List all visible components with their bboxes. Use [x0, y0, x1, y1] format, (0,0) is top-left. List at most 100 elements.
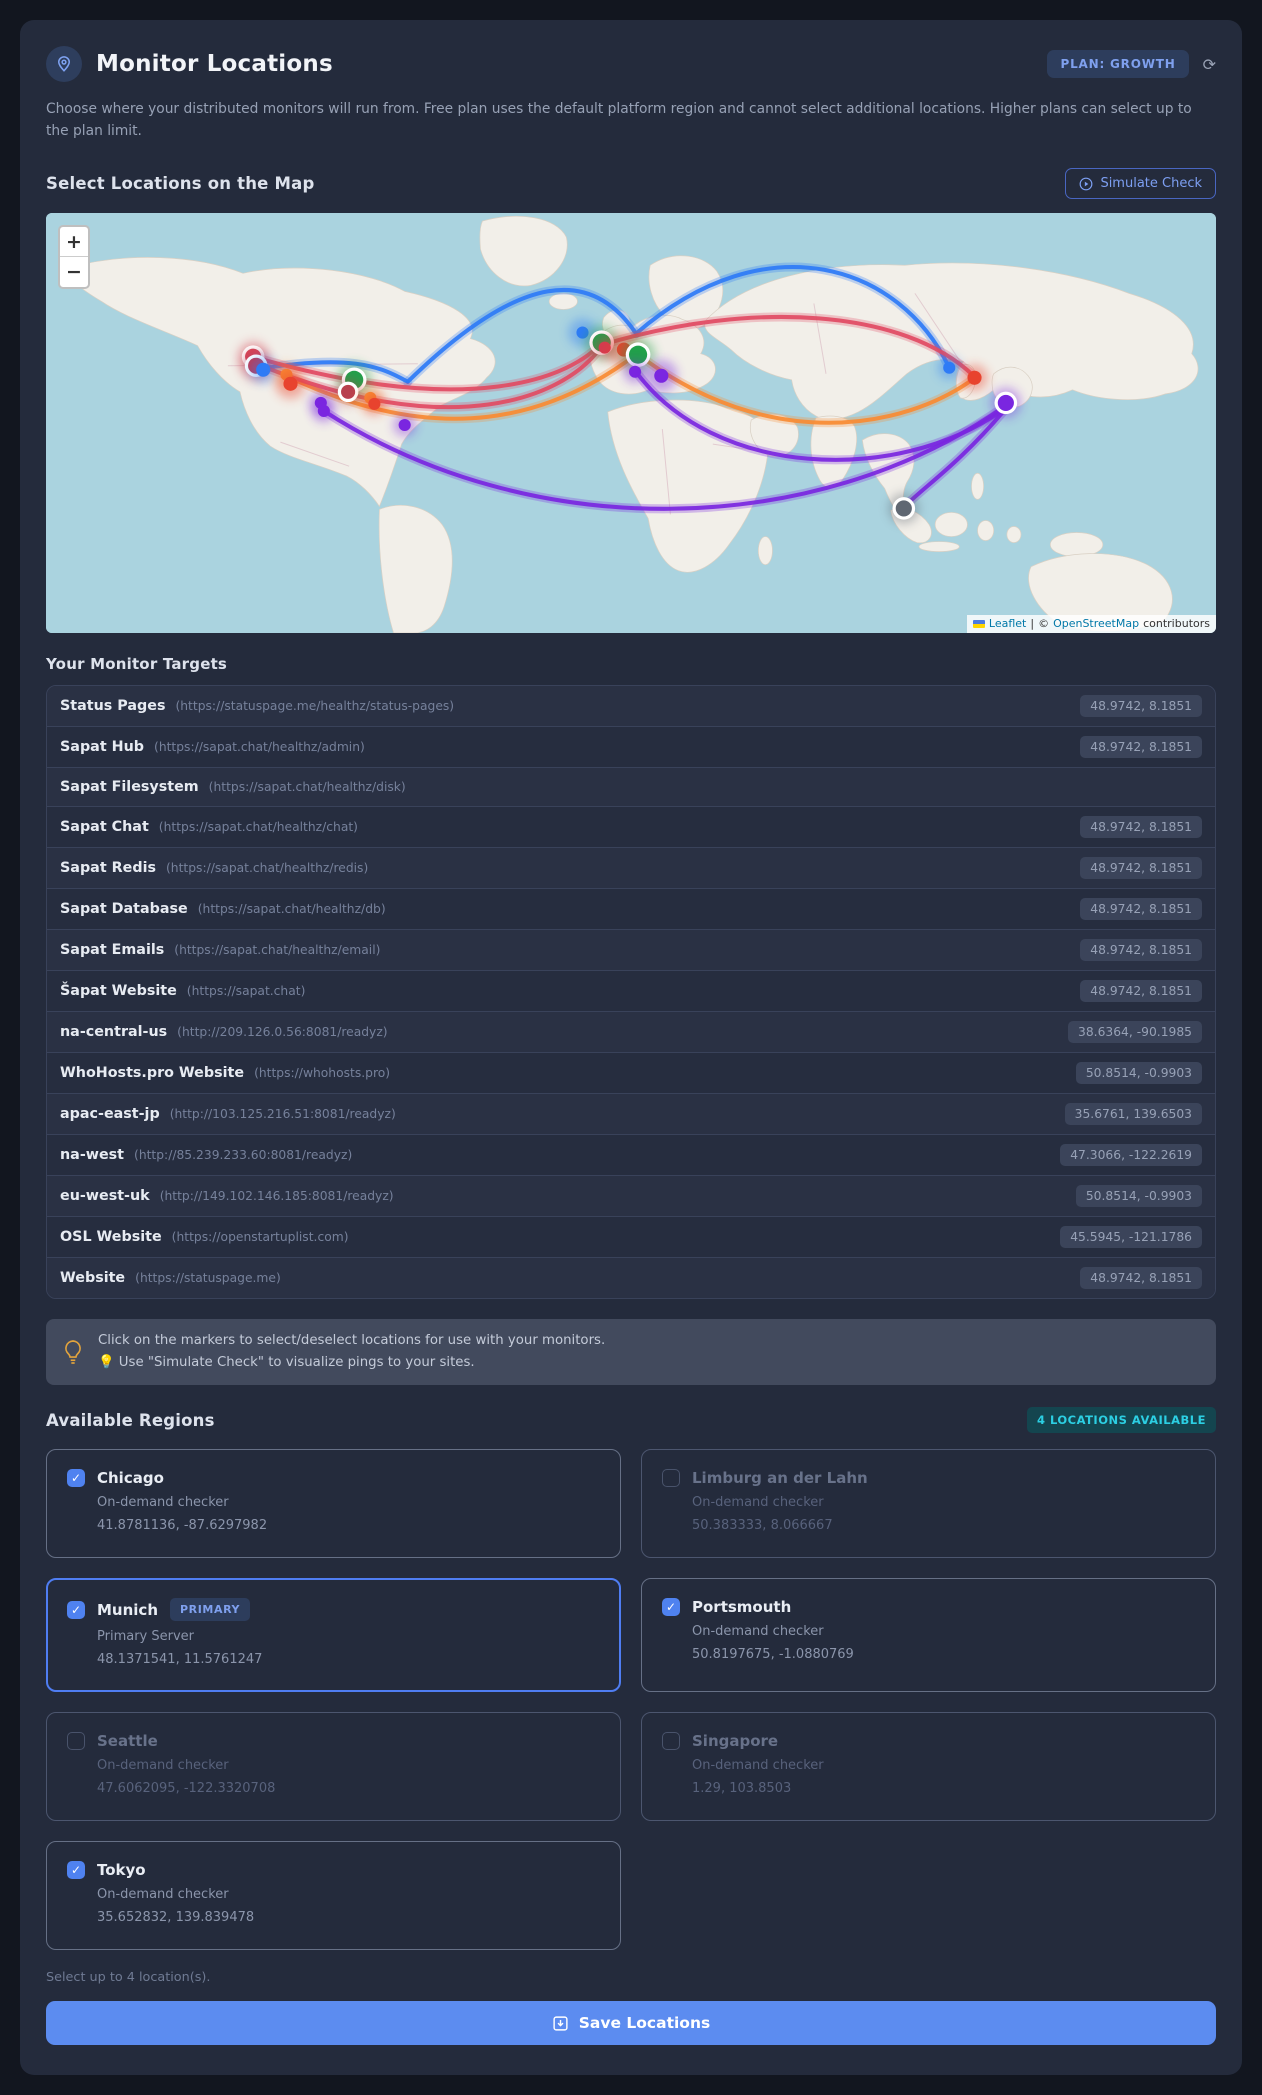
target-name: WhoHosts.pro Website	[60, 1065, 245, 1082]
map-zoom-control[interactable]: + −	[58, 225, 90, 290]
target-row: WhoHosts.pro Website (https://whohosts.pr…	[47, 1052, 1215, 1094]
region-coords: 41.8781136, -87.6297982	[97, 1518, 268, 1533]
region-checkbox-portsmouth[interactable]: ✓	[662, 1598, 680, 1616]
plan-badge: PLAN: GROWTH	[1047, 50, 1189, 78]
lightbulb-icon	[65, 1340, 81, 1364]
select-limit-note: Select up to 4 location(s).	[46, 1970, 211, 1985]
region-name: Chicago	[97, 1469, 164, 1487]
tip-line-2: 💡 Use "Simulate Check" to visualize ping…	[98, 1355, 475, 1371]
region-coords: 50.8197675, -1.0880769	[692, 1647, 854, 1662]
region-name: Limburg an der Lahn	[692, 1469, 868, 1487]
map-marker-na-purple-3[interactable]	[398, 419, 411, 432]
target-url: (https://sapat.chat/healthz/redis)	[166, 861, 369, 876]
target-name: Sapat Redis	[60, 860, 156, 877]
target-name: Sapat Database	[60, 901, 188, 918]
target-coords-badge: 50.8514, -0.9903	[1075, 1062, 1202, 1085]
target-url: (http://85.239.233.60:8081/readyz)	[134, 1148, 353, 1163]
monitor-targets-list: Status Pages (https://statuspage.me/healt…	[46, 685, 1216, 1300]
target-url: (https://whohosts.pro)	[254, 1066, 391, 1081]
target-coords-badge: 47.3066, -122.2619	[1060, 1144, 1202, 1167]
region-card-seattle[interactable]: Seattle On-demand checker 47.6062095, -122…	[46, 1712, 621, 1821]
region-description: On-demand checker	[692, 1624, 824, 1639]
target-coords-badge: 48.9742, 8.1851	[1080, 1267, 1202, 1290]
simulate-check-button[interactable]: Simulate Check	[1065, 168, 1216, 200]
map-marker-tokyo-purple[interactable]	[997, 394, 1014, 412]
region-card-tokyo[interactable]: ✓ Tokyo On-demand checker 35.652832, 139.83…	[46, 1841, 621, 1950]
target-coords-badge: 48.9742, 8.1851	[1080, 898, 1202, 921]
map-marker-na-purple-2[interactable]	[317, 405, 330, 418]
map-marker-eu-purple-2[interactable]	[654, 368, 669, 383]
region-description: On-demand checker	[97, 1495, 229, 1510]
region-card-singapore[interactable]: Singapore On-demand checker 1.29, 103.8503	[641, 1712, 1216, 1821]
target-url: (http://103.125.216.51:8081/readyz)	[169, 1107, 396, 1122]
target-url: (https://sapat.chat/healthz/admin)	[154, 740, 365, 755]
region-checkbox-singapore[interactable]	[662, 1732, 680, 1750]
location-pin-icon	[46, 46, 82, 82]
ukraine-flag-icon	[972, 619, 985, 628]
header: Monitor Locations PLAN: GROWTH ⟳	[46, 46, 1216, 82]
regions-grid: ✓ Chicago On-demand checker 41.8781136, -87…	[46, 1449, 1216, 1950]
region-checkbox-limburg-an-der-lahn[interactable]	[662, 1469, 680, 1487]
map-marker-chicago-darkred[interactable]	[341, 384, 356, 400]
map-marker-eu-purple-1[interactable]	[628, 365, 642, 378]
region-checkbox-munich[interactable]: ✓	[67, 1600, 85, 1619]
map-marker-seattle-blue[interactable]	[256, 362, 271, 377]
osm-link[interactable]: OpenStreetMap	[1053, 617, 1139, 630]
world-map[interactable]: + − Leaflet | © OpenStreetMap contributo…	[46, 213, 1216, 634]
target-coords-badge: 48.9742, 8.1851	[1080, 857, 1202, 880]
region-card-limburg-an-der-lahn[interactable]: Limburg an der Lahn On-demand checker 50.3…	[641, 1449, 1216, 1558]
region-description: On-demand checker	[692, 1758, 824, 1773]
region-description: Primary Server	[97, 1629, 194, 1644]
regions-heading: Available Regions	[46, 1410, 215, 1430]
target-row: Sapat Database (https://sapat.chat/health…	[47, 888, 1215, 930]
target-url: (https://sapat.chat/healthz/email)	[174, 943, 381, 958]
play-circle-icon	[1080, 177, 1093, 191]
target-coords-badge: 48.9742, 8.1851	[1080, 816, 1202, 839]
target-name: Sapat Filesystem	[60, 779, 199, 796]
target-row: OSL Website (https://openstartuplist.com)…	[47, 1216, 1215, 1258]
region-checkbox-seattle[interactable]	[67, 1732, 85, 1750]
map-marker-singapore-gray[interactable]	[895, 500, 912, 517]
map-marker-na-red-2[interactable]	[368, 398, 381, 411]
target-name: Sapat Chat	[60, 819, 149, 836]
region-coords: 47.6062095, -122.3320708	[97, 1781, 276, 1796]
tip-line-1: Click on the markers to select/deselect …	[98, 1333, 606, 1349]
region-description: On-demand checker	[97, 1758, 229, 1773]
map-marker-korea-red[interactable]	[967, 370, 982, 385]
target-coords-badge: 48.9742, 8.1851	[1080, 980, 1202, 1003]
map-attribution: Leaflet | © OpenStreetMap contributors	[966, 615, 1216, 634]
target-coords-badge: 45.5945, -121.1786	[1060, 1226, 1202, 1249]
region-name: Munich	[97, 1600, 158, 1619]
tip-box: Click on the markers to select/deselect …	[46, 1319, 1216, 1385]
save-locations-button[interactable]: Save Locations	[46, 2001, 1216, 2045]
target-url: (https://sapat.chat)	[186, 984, 306, 999]
locations-available-badge: 4 LOCATIONS AVAILABLE	[1026, 1407, 1216, 1433]
region-coords: 35.652832, 139.839478	[97, 1910, 255, 1925]
refresh-icon[interactable]: ⟳	[1203, 55, 1216, 74]
region-coords: 50.383333, 8.066667	[692, 1518, 833, 1533]
target-name: Website	[60, 1270, 126, 1287]
zoom-in-button[interactable]: +	[60, 227, 88, 258]
target-coords-badge: 48.9742, 8.1851	[1080, 695, 1202, 718]
target-row: Sapat Emails (https://sapat.chat/healthz/…	[47, 929, 1215, 971]
leaflet-link[interactable]: Leaflet	[989, 617, 1026, 630]
map-marker-korea-blue[interactable]	[943, 361, 956, 374]
target-coords-badge: 35.6761, 139.6503	[1064, 1103, 1202, 1126]
target-name: Šapat Website	[60, 983, 177, 1000]
region-checkbox-chicago[interactable]: ✓	[67, 1469, 85, 1487]
zoom-out-button[interactable]: −	[60, 257, 88, 287]
region-name: Tokyo	[97, 1861, 146, 1879]
region-card-portsmouth[interactable]: ✓ Portsmouth On-demand checker 50.8197675, …	[641, 1578, 1216, 1692]
target-row: Sapat Filesystem (https://sapat.chat/heal…	[47, 767, 1215, 807]
target-row: Status Pages (https://statuspage.me/healt…	[47, 686, 1215, 727]
map-canvas[interactable]	[46, 213, 1216, 634]
target-url: (https://statuspage.me)	[135, 1271, 281, 1286]
region-coords: 48.1371541, 11.5761247	[97, 1652, 263, 1667]
target-row: Sapat Hub (https://sapat.chat/healthz/adm…	[47, 726, 1215, 768]
region-card-munich[interactable]: ✓ Munich PRIMARY Primary Server 48.1371541, …	[46, 1578, 621, 1692]
save-icon	[553, 2015, 568, 2031]
map-marker-na-red-1[interactable]	[283, 376, 298, 391]
target-row: Website (https://statuspage.me) 48.9742, 8…	[47, 1257, 1215, 1299]
region-checkbox-tokyo[interactable]: ✓	[67, 1861, 85, 1879]
region-card-chicago[interactable]: ✓ Chicago On-demand checker 41.8781136, -87…	[46, 1449, 621, 1558]
